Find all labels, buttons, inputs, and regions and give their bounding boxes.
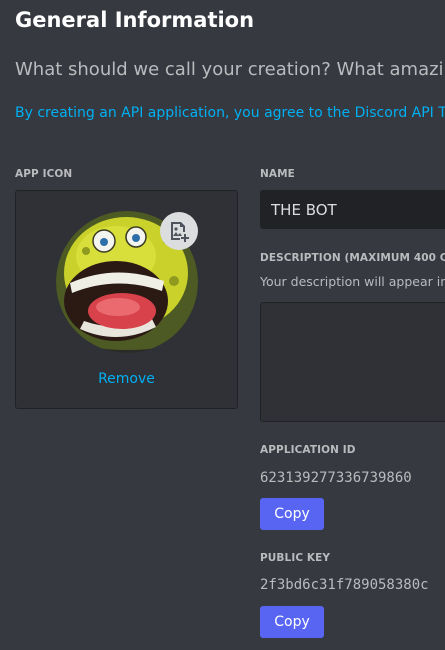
copy-application-id-button[interactable]: Copy — [260, 498, 324, 530]
copy-public-key-button[interactable]: Copy — [260, 606, 324, 638]
description-label: DESCRIPTION (MAXIMUM 400 CHA — [260, 252, 445, 264]
general-information-page: General Information What should we call … — [0, 0, 445, 650]
image-upload-icon[interactable] — [160, 212, 198, 250]
app-icon-box[interactable]: Remove — [15, 190, 238, 409]
app-icon-label: APP ICON — [15, 168, 73, 180]
terms-link[interactable]: By creating an API application, you agre… — [15, 105, 445, 121]
remove-icon-link[interactable]: Remove — [16, 371, 237, 387]
page-subtitle: What should we call your creation? What … — [15, 59, 445, 80]
description-hint: Your description will appear in t — [260, 274, 445, 289]
public-key-value: 2f3bd6c31f789058380c — [260, 577, 429, 593]
application-id-label: APPLICATION ID — [260, 444, 356, 456]
name-input[interactable] — [260, 190, 445, 229]
image-plus-icon — [171, 222, 189, 242]
name-label: NAME — [260, 168, 295, 180]
description-textarea[interactable] — [260, 302, 445, 422]
page-title: General Information — [15, 8, 255, 32]
application-id-value: 623139277336739860 — [260, 470, 412, 486]
public-key-label: PUBLIC KEY — [260, 552, 331, 564]
